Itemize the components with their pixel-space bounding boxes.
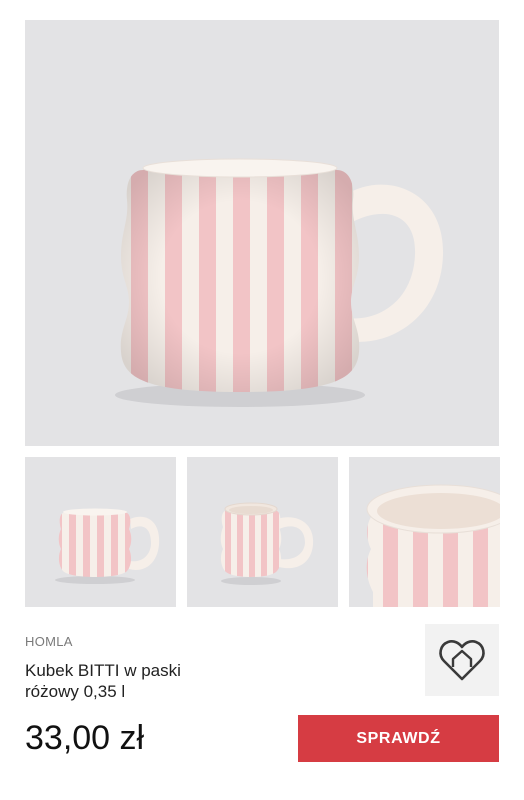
thumbnail-1[interactable] [25, 457, 176, 607]
mug-thumbnail-side [55, 508, 160, 584]
product-title-line-2: różowy 0,35 l [25, 682, 126, 701]
mug-thumbnail-closeup [366, 484, 500, 607]
heart-house-icon [439, 640, 485, 681]
brand-name: HOMLA [25, 634, 73, 649]
thumbnail-2[interactable] [187, 457, 338, 607]
product-title-line-1: Kubek BITTI w paski [25, 661, 181, 680]
store-logo[interactable] [425, 624, 499, 696]
thumbnail-3[interactable] [349, 457, 500, 607]
product-title[interactable]: Kubek BITTI w paski różowy 0,35 l [25, 660, 285, 702]
product-price: 33,00 zł [25, 719, 145, 757]
mug-illustration [115, 158, 444, 407]
main-product-image[interactable] [25, 20, 499, 446]
check-offer-button[interactable]: SPRAWDŹ [298, 715, 499, 762]
mug-thumbnail-front [220, 502, 314, 585]
